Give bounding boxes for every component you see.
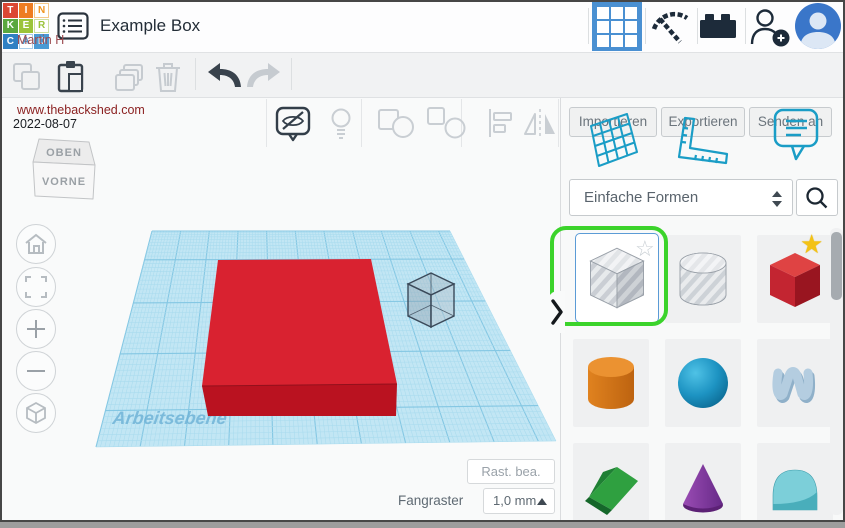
viewcube-front-label[interactable]: VORNE (42, 176, 86, 188)
shape-tile-round-roof[interactable] (757, 443, 833, 522)
caret-up-icon (537, 498, 547, 505)
favorite-star-icon[interactable]: ★ (800, 229, 823, 260)
chevron-right-icon (551, 299, 563, 325)
grid-edit-button[interactable]: Rast. bea. (467, 459, 555, 484)
duplicate-icon[interactable] (114, 61, 148, 93)
viewcube[interactable]: OBEN VORNE (25, 123, 109, 207)
zoom-in-button[interactable] (16, 309, 56, 349)
trash-icon[interactable] (152, 60, 184, 94)
home-icon (23, 231, 49, 257)
transparent-box-object[interactable] (408, 273, 454, 327)
mirror-icon[interactable] (520, 104, 560, 142)
zoom-out-icon (23, 358, 49, 384)
shape-panel: Importieren Exportieren Senden an Einfac… (560, 97, 845, 522)
workplane-watermark: Arbeitsebene (110, 408, 228, 428)
perspective-icon (22, 399, 50, 427)
lego-brick-icon[interactable] (700, 12, 736, 40)
design-title[interactable]: Example Box (100, 16, 200, 36)
fit-view-icon (23, 274, 49, 300)
panel-scrollbar-thumb[interactable] (831, 232, 842, 300)
search-icon (805, 186, 829, 210)
sphere-blue-thumb (672, 351, 734, 415)
shape-tile-cylinder[interactable] (573, 339, 649, 427)
red-box-object[interactable] (202, 259, 397, 416)
redo-icon[interactable] (246, 61, 282, 89)
select-arrows-icon (772, 191, 782, 207)
workplane-icon[interactable] (585, 110, 643, 170)
main-toolbar (0, 52, 845, 98)
shape-search-button[interactable] (796, 179, 838, 216)
cone-purple-thumb (670, 454, 736, 520)
group-icon[interactable] (374, 104, 418, 142)
shape-tile-cone[interactable] (665, 443, 741, 522)
zoom-in-icon (23, 316, 49, 342)
shape-tile-roof[interactable] (573, 443, 649, 522)
notes-icon[interactable] (773, 108, 823, 166)
avatar[interactable] (795, 3, 841, 49)
watermark-url: www.thebackshed.com (17, 103, 145, 117)
copy-icon[interactable] (11, 61, 43, 93)
viewcube-top-label[interactable]: OBEN (46, 147, 82, 159)
scribble-thumb (764, 351, 826, 415)
hide-selected-icon[interactable] (274, 105, 312, 145)
panel-collapse-tab[interactable] (548, 291, 565, 333)
cylinder-orange-thumb (580, 351, 642, 415)
shape-category-select[interactable]: Einfache Formen (569, 179, 793, 216)
collaborator-label: Martin H (17, 33, 64, 47)
add-person-icon[interactable] (748, 7, 792, 49)
shape-tile-cylinder-transparent[interactable] (665, 235, 741, 323)
perspective-button[interactable] (16, 393, 56, 433)
paste-icon[interactable] (55, 58, 87, 94)
cylinder-transparent-thumb (672, 247, 734, 311)
app-header: T I N K E R C A D Example Box (0, 0, 845, 53)
minecraft-pickaxe-icon[interactable] (646, 5, 690, 47)
undo-icon[interactable] (206, 61, 242, 89)
dashboard-grid-icon[interactable] (592, 2, 642, 51)
home-view-button[interactable] (16, 224, 56, 264)
shape-tile-sphere[interactable] (665, 339, 741, 427)
snap-grid-select[interactable]: 1,0 mm (483, 488, 555, 514)
align-icon[interactable] (483, 104, 521, 142)
ungroup-icon[interactable] (425, 104, 469, 142)
roof-green-thumb (579, 454, 643, 520)
fit-view-button[interactable] (16, 267, 56, 307)
workplane-grid[interactable] (96, 231, 556, 447)
snap-grid-label: Fangraster (398, 493, 463, 508)
tinkercad-window: Arbeitsebene T I N K E R C A (0, 0, 845, 522)
favorite-star-outline-icon[interactable]: ☆ (635, 236, 655, 262)
show-all-icon[interactable] (326, 106, 356, 142)
person-icon (795, 3, 841, 49)
round-roof-teal-thumb (763, 454, 827, 520)
shape-tile-scribble[interactable] (757, 339, 833, 427)
zoom-out-button[interactable] (16, 351, 56, 391)
ruler-icon[interactable] (675, 116, 733, 168)
